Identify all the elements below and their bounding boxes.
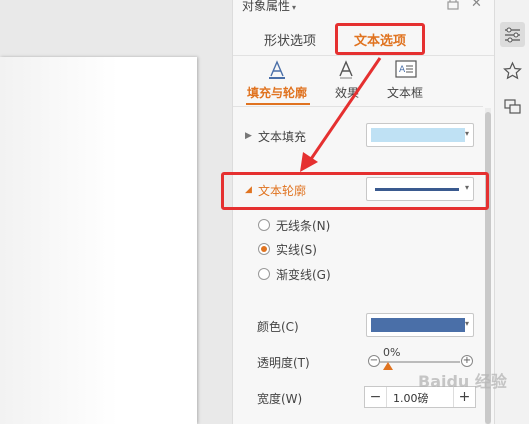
watermark: Baidu 经验 [418, 372, 507, 391]
screen: 对象属性 ▾ ✕ 形状选项 文本选项 A 填充与轮廓 效果 文本框 ▶ 文本填充… [0, 0, 529, 424]
annotation-arrow-icon [300, 57, 382, 172]
